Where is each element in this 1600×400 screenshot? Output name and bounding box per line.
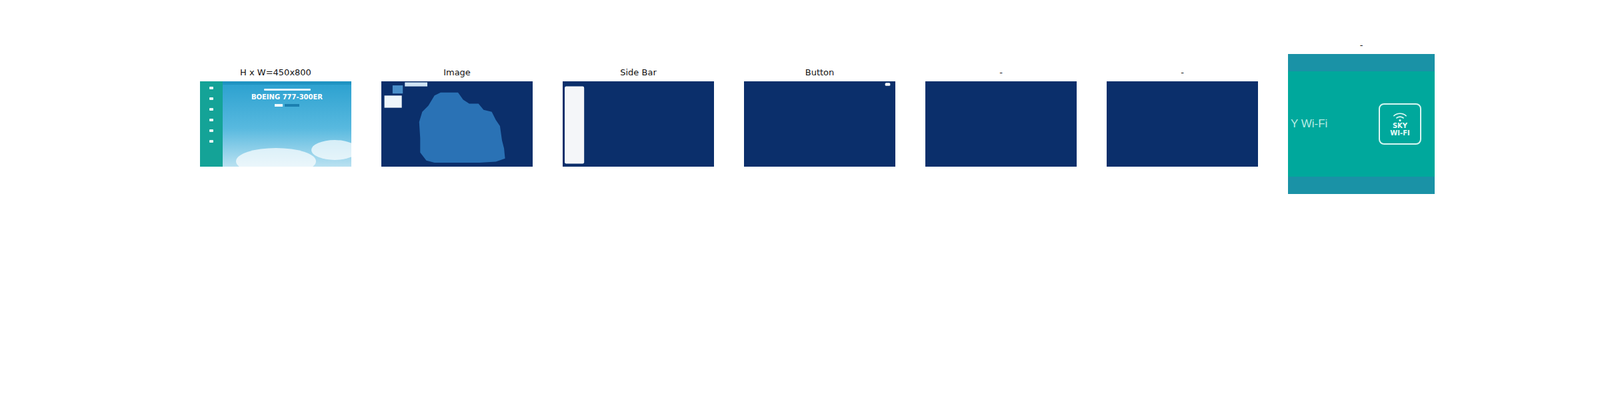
band [1288,176,1435,194]
cloud [236,148,316,167]
sidebar [200,81,223,167]
empty-mask [1106,81,1258,167]
headline: BOEING 777-300ER [251,93,323,102]
figure-panel: - [925,66,1077,167]
sidebar-icon [209,118,214,122]
panel-title: - [1360,39,1364,52]
hero: BOEING 777-300ER [222,81,352,167]
button-mask [744,81,896,167]
sidebar-icon [209,129,214,132]
figure-panel: H x W=450x800 BOEING 777-300ER [200,66,352,167]
figure-panel: - Y Wi-Fi SKY WI-FI [1288,39,1435,194]
image-mask [381,81,533,167]
sidebar-mask [562,81,714,167]
wifi-badge: SKY WI-FI [1378,103,1422,145]
empty-mask [925,81,1077,167]
figure-panel: - [1106,66,1258,167]
zoom-crop: Y Wi-Fi SKY WI-FI [1288,54,1435,194]
figure-panel: Image [381,66,533,167]
panel-title: Side Bar [620,66,656,79]
subtitle-bar [264,88,311,91]
sidebar-icon [209,86,214,90]
panel-title: H x W=450x800 [240,66,312,79]
panel-title: - [1180,66,1184,79]
band [1288,54,1435,72]
sidebar-icon [209,97,214,100]
top-bar [222,81,352,85]
cloud [311,140,352,160]
sidebar-icon [209,140,214,143]
sidebar-icon [209,108,214,111]
figure: H x W=450x800 BOEING 777-300ER Image Side B… [0,0,1600,400]
panel-title: - [999,66,1003,79]
hero-button[interactable] [284,104,300,107]
hero-button[interactable] [274,104,283,107]
wifi-caption: Y Wi-Fi [1290,117,1328,131]
screenshot-thumbnail: BOEING 777-300ER [200,81,352,167]
figure-panel: Side Bar [562,66,714,167]
panel-title: Image [443,66,471,79]
figure-panel: Button [744,66,896,167]
panel-title: Button [805,66,835,79]
wifi-icon [1392,111,1408,122]
